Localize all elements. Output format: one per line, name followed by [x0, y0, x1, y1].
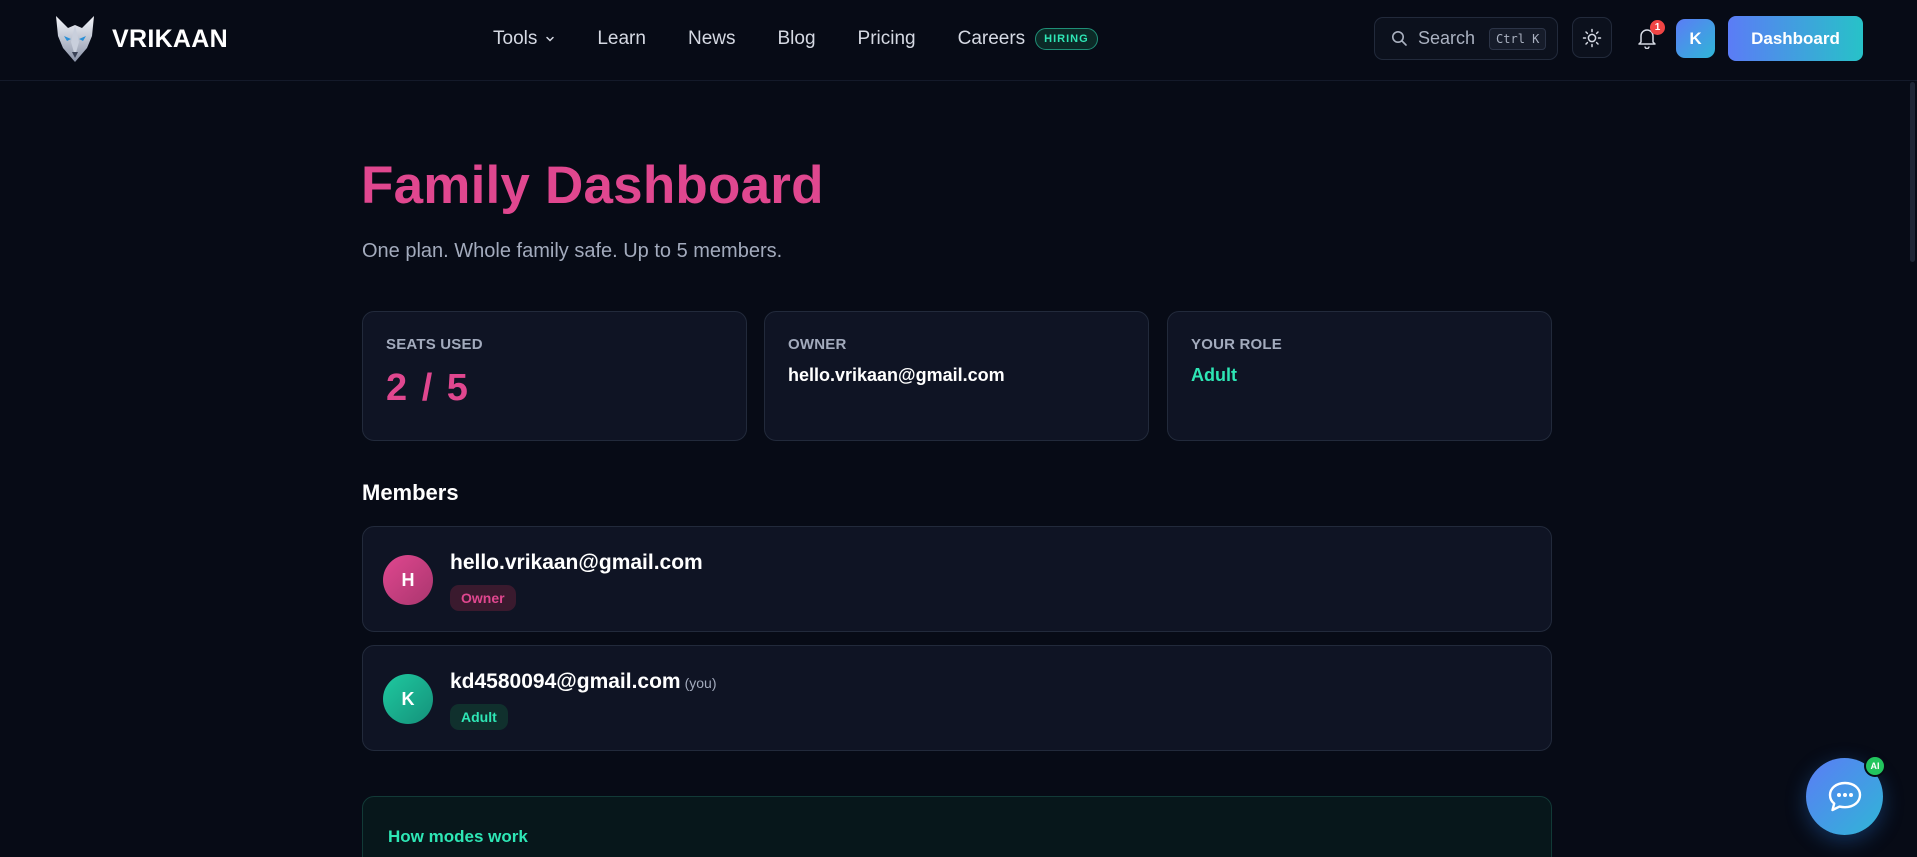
nav-learn[interactable]: Learn	[597, 28, 646, 50]
member-role-badge: Adult	[450, 704, 508, 730]
nav-careers-label: Careers	[957, 28, 1026, 49]
seats-used-label: SEATS USED	[386, 336, 483, 353]
nav-blog[interactable]: Blog	[777, 28, 815, 50]
member-email: kd4580094@gmail.com (you)	[450, 670, 717, 694]
member-email-text: kd4580094@gmail.com	[450, 670, 681, 693]
member-row: K kd4580094@gmail.com (you) Adult	[362, 645, 1552, 751]
members-heading: Members	[362, 480, 459, 505]
main-nav: Tools Learn News Blog Pricing Careers HI…	[493, 0, 1098, 78]
wolf-logo-icon	[56, 16, 94, 62]
page-title: Family Dashboard	[361, 156, 824, 215]
page-scrollbar[interactable]	[1910, 82, 1915, 262]
owner-card: OWNER hello.vrikaan@gmail.com	[764, 311, 1149, 441]
page-subtitle: One plan. Whole family safe. Up to 5 mem…	[362, 240, 783, 262]
nav-tools-label: Tools	[493, 28, 538, 49]
your-role-value: Adult	[1191, 365, 1237, 385]
top-header: VRIKAAN Tools Learn News Blog Pricing Ca…	[0, 0, 1917, 81]
dashboard-button[interactable]: Dashboard	[1728, 16, 1863, 61]
how-modes-work-title: How modes work	[388, 827, 528, 846]
member-email: hello.vrikaan@gmail.com	[450, 551, 703, 575]
nav-tools[interactable]: Tools	[493, 28, 555, 50]
your-role-card: YOUR ROLE Adult	[1167, 311, 1552, 441]
seats-used-value: 2 / 5	[386, 367, 470, 409]
theme-toggle-button[interactable]	[1572, 17, 1612, 58]
member-row: H hello.vrikaan@gmail.com Owner	[362, 526, 1552, 632]
user-avatar-button[interactable]: K	[1676, 19, 1715, 58]
search-icon	[1392, 31, 1407, 46]
notifications-button[interactable]: 1	[1627, 17, 1667, 58]
your-role-label: YOUR ROLE	[1191, 336, 1282, 353]
brand-name: VRIKAAN	[112, 24, 228, 53]
member-role-badge: Owner	[450, 585, 516, 611]
nav-careers[interactable]: Careers HIRING	[958, 28, 1098, 50]
hiring-badge: HIRING	[1035, 28, 1098, 50]
member-avatar: H	[383, 555, 433, 605]
nav-pricing[interactable]: Pricing	[858, 28, 916, 50]
chat-bubble-icon	[1828, 781, 1861, 811]
ai-badge: AI	[1864, 755, 1886, 777]
seats-used-card: SEATS USED 2 / 5	[362, 311, 747, 441]
search-button[interactable]: Search Ctrl K	[1374, 17, 1558, 60]
how-modes-work-card: How modes work	[362, 796, 1552, 857]
notification-count-badge: 1	[1650, 20, 1665, 35]
chevron-down-icon	[546, 36, 555, 42]
nav-news[interactable]: News	[688, 28, 736, 50]
member-email-text: hello.vrikaan@gmail.com	[450, 551, 703, 574]
member-avatar: K	[383, 674, 433, 724]
brand-logo[interactable]: VRIKAAN	[50, 12, 228, 66]
search-label: Search	[1418, 28, 1476, 48]
owner-value: hello.vrikaan@gmail.com	[788, 365, 1005, 385]
search-shortcut: Ctrl K	[1489, 27, 1547, 50]
owner-label: OWNER	[788, 336, 847, 353]
member-you-tag: (you)	[684, 675, 717, 691]
sun-icon	[1582, 28, 1602, 47]
